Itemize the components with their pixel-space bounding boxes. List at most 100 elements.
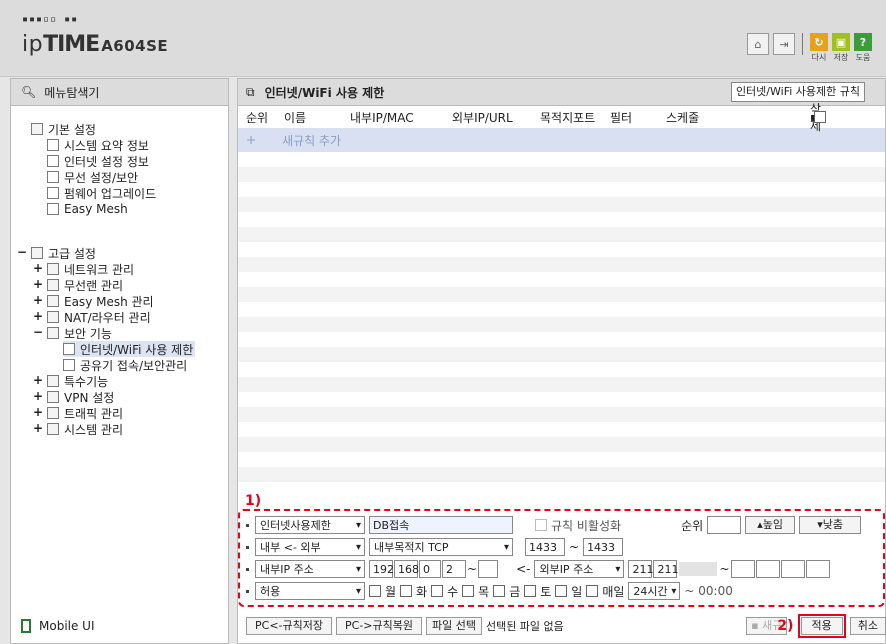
tree-item-special[interactable]: 특수기능	[47, 373, 108, 389]
day-wed-checkbox[interactable]	[431, 585, 444, 597]
internal-ip-range-end[interactable]	[478, 560, 499, 578]
tree-item-internet-info[interactable]: 인터넷 설정 정보	[47, 153, 149, 169]
restart-button[interactable]: ↻ 다시	[810, 33, 828, 63]
time-range-dropdown[interactable]: 24시간	[628, 582, 681, 600]
folder-icon	[31, 247, 43, 259]
rule-name-input[interactable]: DB접속	[369, 516, 513, 534]
special-icon	[47, 375, 59, 387]
disable-rule-label: 규칙 비활성화	[551, 518, 622, 533]
wifi-icon	[47, 171, 59, 183]
port-start-input[interactable]: 1433	[525, 538, 565, 556]
expand-icon[interactable]: +	[33, 389, 43, 403]
internal-ip-octet-3[interactable]: 0	[419, 560, 441, 578]
expand-icon[interactable]: +	[33, 261, 43, 275]
save-icon: ▣	[832, 33, 850, 51]
internal-ip-octet-1[interactable]: 192	[369, 560, 394, 578]
home-icon[interactable]: ⌂	[747, 33, 769, 55]
tree-item-internet-wifi-limit[interactable]: 인터넷/WiFi 사용 제한	[63, 341, 196, 357]
logo-dots: ▪▪▪▫▫ ▪▪	[22, 14, 79, 25]
collapse-icon[interactable]: −	[33, 325, 43, 339]
expand-icon[interactable]: +	[33, 421, 43, 435]
expand-icon[interactable]: +	[33, 373, 43, 387]
file-select-button[interactable]: 파일 선택	[425, 617, 482, 635]
traffic-icon	[47, 407, 59, 419]
tree-item-wireless[interactable]: 무선 설정/보안	[47, 169, 138, 185]
apply-button[interactable]: 적용	[800, 617, 843, 635]
external-ip-end-octet-1[interactable]	[730, 560, 755, 578]
logo: ipTIME A604SE	[22, 32, 169, 57]
new-rule-row[interactable]: + 새규칙 추가	[238, 128, 885, 152]
tree-item-traffic[interactable]: 트래픽 관리	[47, 405, 123, 421]
mobile-ui-link[interactable]: Mobile UI	[21, 619, 95, 633]
folder-icon	[31, 123, 43, 135]
rank-input[interactable]	[707, 516, 742, 534]
move-down-button[interactable]: ▾낮춤	[799, 516, 862, 534]
external-ip-octet-1[interactable]: 211	[628, 560, 653, 578]
phone-icon	[21, 619, 31, 633]
tree-item-vpn[interactable]: VPN 설정	[47, 389, 114, 405]
select-all-checkbox[interactable]	[814, 111, 826, 123]
day-fri-checkbox[interactable]	[493, 585, 506, 597]
external-ip-type-dropdown[interactable]: 외부IP 주소	[534, 560, 625, 578]
time-end-select[interactable]: ~ 00:00	[684, 584, 732, 598]
tree-item-system-mgmt[interactable]: 시스템 관리	[47, 421, 123, 437]
day-mon-checkbox[interactable]	[369, 585, 381, 597]
tree-item-system-summary[interactable]: 시스템 요약 정보	[47, 137, 149, 153]
upgrade-icon	[47, 187, 59, 199]
direction-dropdown[interactable]: 내부 <- 외부	[255, 538, 365, 556]
restart-icon: ↻	[810, 33, 828, 51]
restore-rules-button[interactable]: PC->규칙복원	[335, 617, 422, 635]
help-icon: ?	[854, 33, 872, 51]
rule-type-dropdown[interactable]: 인터넷사용제한	[255, 516, 365, 534]
external-ip-end-octet-3[interactable]	[780, 560, 805, 578]
tree-item-firmware[interactable]: 펌웨어 업그레이드	[47, 185, 156, 201]
expand-icon[interactable]: +	[33, 293, 43, 307]
action-dropdown[interactable]: 허용	[255, 582, 365, 600]
rule-type-select[interactable]: 인터넷/WiFi 사용제한 규칙	[730, 82, 865, 102]
tree-basic-settings[interactable]: 기본 설정	[31, 121, 96, 137]
expand-icon[interactable]: +	[33, 309, 43, 323]
collapse-icon[interactable]: −	[17, 245, 27, 259]
col-external-ip: 외부IP/URL	[452, 110, 513, 125]
day-thu-checkbox[interactable]	[462, 585, 475, 597]
tree-item-router-access-security[interactable]: 공유기 접속/보안관리	[63, 357, 187, 373]
tree-item-easymesh[interactable]: Easy Mesh	[47, 201, 128, 217]
help-button[interactable]: ? 도움	[854, 33, 872, 63]
port-type-dropdown[interactable]: 내부목적지 TCP	[369, 538, 513, 556]
save-button[interactable]: ▣ 저장	[832, 33, 850, 63]
day-sat-checkbox[interactable]	[524, 585, 537, 597]
internal-ip-type-dropdown[interactable]: 내부IP 주소	[255, 560, 365, 578]
tree-item-security[interactable]: 보안 기능	[47, 325, 112, 341]
move-up-button[interactable]: ▴높임	[745, 516, 796, 534]
expand-icon[interactable]: +	[33, 277, 43, 291]
expand-icon[interactable]: +	[33, 405, 43, 419]
col-internal-ip: 내부IP/MAC	[350, 110, 414, 125]
external-ip-end-octet-4[interactable]	[805, 560, 830, 578]
external-ip-octet-2[interactable]: 211	[653, 560, 678, 578]
backup-rules-button[interactable]: PC<-규칙저장	[246, 617, 332, 635]
tree-item-easymesh-mgmt[interactable]: Easy Mesh 관리	[47, 293, 154, 309]
direction-arrow: <-	[516, 562, 531, 576]
disable-rule-checkbox[interactable]	[535, 519, 547, 531]
chart-icon	[47, 139, 59, 151]
page-title: 인터넷/WiFi 사용 제한	[264, 85, 385, 100]
cancel-button[interactable]: 취소	[849, 617, 886, 635]
day-tue-checkbox[interactable]	[400, 585, 413, 597]
col-filter: 필터	[610, 110, 633, 125]
tree-item-nat-router[interactable]: NAT/라우터 관리	[47, 309, 151, 325]
tree-advanced-settings[interactable]: 고급 설정	[31, 245, 96, 261]
editor-row-3: 내부IP 주소 192 168 0 2 ~ <- 외부IP 주소 211 211…	[246, 559, 830, 579]
chart-icon	[47, 423, 59, 435]
tree-item-wlan[interactable]: 무선랜 관리	[47, 277, 123, 293]
logout-icon[interactable]: ⇥	[773, 33, 795, 55]
external-ip-end-octet-2[interactable]	[755, 560, 780, 578]
day-everyday-checkbox[interactable]	[586, 585, 599, 597]
port-end-input[interactable]: 1433	[583, 538, 624, 556]
internal-ip-octet-2[interactable]: 168	[394, 560, 419, 578]
internal-ip-octet-4[interactable]: 2	[442, 560, 466, 578]
rank-label: 순위	[681, 518, 704, 533]
window-icon: ⧉	[246, 84, 255, 99]
day-sun-checkbox[interactable]	[555, 585, 568, 597]
tree-item-network[interactable]: 네트워크 관리	[47, 261, 134, 277]
plus-icon: +	[246, 133, 257, 147]
